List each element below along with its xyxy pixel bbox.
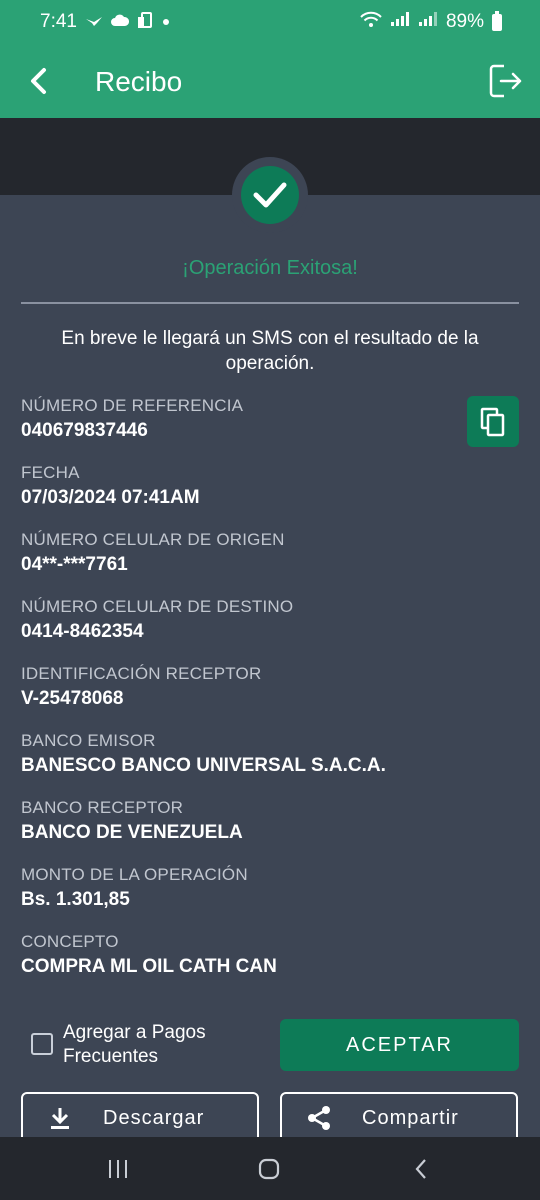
battery-percent: 89% — [445, 11, 484, 32]
field-label: CONCEPTO — [21, 932, 119, 951]
field-label: BANCO RECEPTOR — [21, 798, 184, 817]
frequent-payments-checkbox[interactable] — [31, 1033, 53, 1055]
copy-reference-button[interactable] — [467, 396, 519, 447]
share-icon — [306, 1105, 332, 1131]
download-label: Descargar — [103, 1106, 205, 1129]
logout-button[interactable] — [488, 63, 524, 99]
home-icon — [258, 1158, 280, 1180]
back-button[interactable] — [22, 64, 54, 98]
recent-apps-icon — [109, 1160, 127, 1178]
chevron-left-icon — [31, 68, 46, 94]
field-label: IDENTIFICACIÓN RECEPTOR — [21, 664, 262, 683]
field-label: NÚMERO DE REFERENCIA — [21, 396, 244, 415]
check-icon — [253, 182, 287, 208]
field-label: MONTO DE LA OPERACIÓN — [21, 865, 248, 884]
share-label: Compartir — [362, 1106, 459, 1129]
field-value: 0414-8462354 — [21, 621, 144, 642]
field-value: 040679837446 — [21, 420, 148, 441]
field-value: Bs. 1.301,85 — [21, 889, 130, 910]
bird-icon — [85, 15, 103, 30]
signal-icon — [390, 11, 410, 33]
field-reference: NÚMERO DE REFERENCIA 040679837446 — [21, 396, 461, 442]
back-arrow-icon — [415, 1159, 426, 1179]
frequent-payments-label[interactable]: Agregar a Pagos Frecuentes — [63, 1021, 233, 1069]
clock: 7:41 — [40, 11, 77, 32]
field-value: COMPRA ML OIL CATH CAN — [21, 956, 277, 977]
field-date: FECHA 07/03/2024 07:41AM — [21, 463, 461, 509]
sms-message: En breve le llegará un SMS con el result… — [61, 328, 479, 374]
field-value: 04**-***7761 — [21, 554, 128, 575]
dot-icon — [161, 15, 171, 30]
field-receiver-id: IDENTIFICACIÓN RECEPTOR V-25478068 — [21, 664, 461, 710]
status-bar-right: 89% — [360, 10, 502, 34]
field-label: FECHA — [21, 463, 80, 482]
success-circle — [241, 166, 299, 224]
field-issuing-bank: BANCO EMISOR BANESCO BANCO UNIVERSAL S.A… — [21, 731, 461, 777]
field-value: BANCO DE VENEZUELA — [21, 822, 243, 843]
field-amount: MONTO DE LA OPERACIÓN Bs. 1.301,85 — [21, 865, 461, 911]
phone-icon — [137, 12, 153, 32]
back-nav-button[interactable] — [406, 1155, 436, 1183]
battery-icon — [492, 10, 502, 31]
logout-icon — [489, 64, 522, 98]
cloud-icon — [110, 14, 130, 30]
success-title: ¡Operación Exitosa! — [182, 257, 358, 279]
wifi-icon — [360, 11, 382, 34]
field-value: 07/03/2024 07:41AM — [21, 487, 200, 508]
field-value: V-25478068 — [21, 688, 124, 709]
field-concept: CONCEPTO COMPRA ML OIL CATH CAN — [21, 932, 461, 978]
field-receiving-bank: BANCO RECEPTOR BANCO DE VENEZUELA — [21, 798, 461, 844]
accept-button[interactable]: ACEPTAR — [280, 1019, 519, 1071]
signal-icon-2 — [418, 11, 438, 33]
copy-icon — [480, 407, 505, 436]
field-destination-phone: NÚMERO CELULAR DE DESTINO 0414-8462354 — [21, 597, 461, 643]
divider — [21, 302, 519, 304]
field-label: BANCO EMISOR — [21, 731, 156, 750]
status-bar-left: 7:41 — [40, 11, 171, 33]
field-label: NÚMERO CELULAR DE DESTINO — [21, 597, 294, 616]
success-badge — [232, 157, 308, 233]
system-nav-bar — [0, 1137, 540, 1200]
field-value: BANESCO BANCO UNIVERSAL S.A.C.A. — [21, 755, 386, 776]
status-bar: 7:41 89% — [0, 0, 540, 44]
recent-apps-button[interactable] — [103, 1155, 133, 1183]
home-button[interactable] — [254, 1155, 284, 1183]
frequent-payments-row[interactable]: Agregar a Pagos Frecuentes — [31, 1021, 233, 1069]
download-icon — [47, 1105, 73, 1131]
page-title: Recibo — [95, 66, 183, 97]
field-origin-phone: NÚMERO CELULAR DE ORIGEN 04**-***7761 — [21, 530, 461, 576]
app-bar: Recibo — [0, 44, 540, 118]
field-label: NÚMERO CELULAR DE ORIGEN — [21, 530, 285, 549]
